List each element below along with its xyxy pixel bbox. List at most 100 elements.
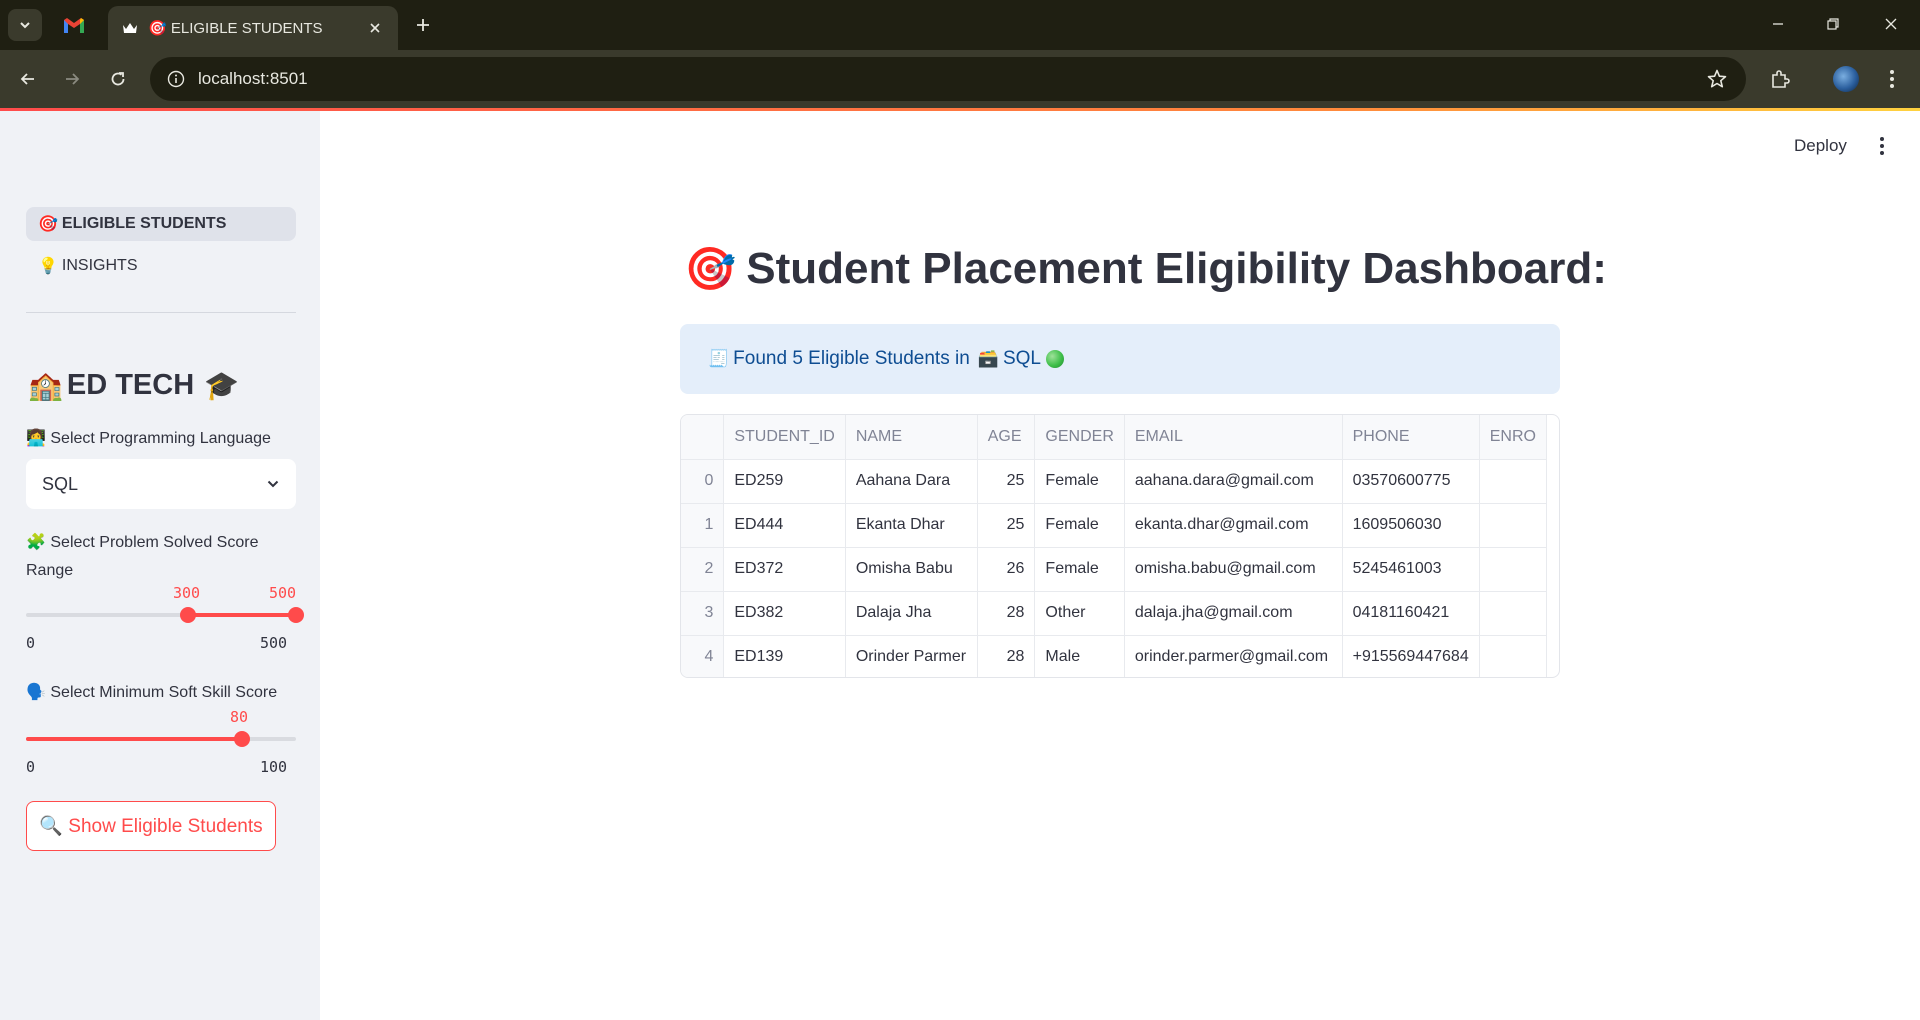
soft-skill-label: 🗣️ Select Minimum Soft Skill Score [26,684,278,701]
table-cell[interactable]: 5245461003 [1342,547,1480,592]
graduation-cap-icon: 🎓 [204,370,240,401]
close-window-button[interactable] [1871,8,1911,40]
table-row: 0 ED259 Aahana Dara 25 Female aahana.dar… [681,459,1547,504]
reload-icon [111,72,125,86]
table-cell[interactable]: ED382 [723,591,846,636]
table-cell[interactable]: 1609506030 [1342,503,1480,548]
column-header[interactable]: NAME [845,415,978,460]
column-header[interactable]: GENDER [1034,415,1125,460]
table-cell[interactable]: Female [1034,459,1125,504]
column-header[interactable]: AGE [977,415,1036,460]
soft-skill-thumb[interactable] [234,731,250,747]
table-row: 4 ED139 Orinder Parmer 28 Male orinder.p… [681,635,1547,677]
profile-button[interactable] [1830,63,1862,95]
soft-skill-value: 80 [230,708,249,726]
table-cell[interactable]: ED372 [723,547,846,592]
gmail-icon [64,17,84,33]
browser-toolbar: localhost:8501 [0,50,1920,108]
app-title-text: ED TECH [66,369,195,401]
browser-menu-button[interactable] [1876,63,1908,95]
table-cell[interactable]: 03570600775 [1342,459,1480,504]
table-cell[interactable]: 28 [977,591,1036,636]
table-cell[interactable]: Aahana Dara [845,459,978,504]
table-cell[interactable]: ED444 [723,503,846,548]
table-cell[interactable]: Female [1034,503,1125,548]
table-cell[interactable] [1479,459,1547,504]
page-title: 🎯 Student Placement Eligibility Dashboar… [684,244,1607,294]
avatar [1833,66,1859,92]
row-index: 3 [681,591,725,636]
table-cell[interactable] [1479,635,1547,677]
students-dataframe[interactable]: STUDENT_ID NAME AGE GENDER EMAIL PHONE E… [680,414,1560,678]
table-cell[interactable]: Female [1034,547,1125,592]
table-cell[interactable]: Dalaja Jha [845,591,978,636]
table-cell[interactable]: Orinder Parmer [845,635,978,677]
table-cell[interactable] [1479,547,1547,592]
puzzle-icon [1772,70,1790,88]
table-cell[interactable]: ED259 [723,459,846,504]
table-cell[interactable]: 26 [977,547,1036,592]
table-cell[interactable]: dalaja.jha@gmail.com [1124,591,1343,636]
sidebar-item-insights[interactable]: 💡 INSIGHTS [26,249,296,283]
arrow-right-icon [66,73,80,85]
extensions-button[interactable] [1764,63,1796,95]
table-cell[interactable]: 25 [977,459,1036,504]
main-menu-button[interactable] [1868,132,1896,160]
table-cell[interactable] [1479,503,1547,548]
problem-score-low-value: 300 [173,584,201,602]
minimize-button[interactable] [1758,8,1798,40]
problem-score-low-thumb[interactable] [180,607,196,623]
soft-skill-min: 0 [26,758,36,776]
column-header[interactable]: EMAIL [1124,415,1343,460]
table-cell[interactable]: ED139 [723,635,846,677]
sidebar-item-label: INSIGHTS [61,257,138,274]
close-tab-icon[interactable] [364,17,386,39]
streamlit-crown-icon [120,18,140,38]
table-cell[interactable]: 04181160421 [1342,591,1480,636]
table-cell[interactable]: 25 [977,503,1036,548]
back-button[interactable] [12,63,44,95]
tab-search-button[interactable] [8,9,42,41]
restore-icon [1827,18,1839,30]
table-cell[interactable]: Other [1034,591,1125,636]
table-cell[interactable]: orinder.parmer@gmail.com [1124,635,1343,677]
column-header[interactable]: ENRO [1479,415,1547,460]
language-select-label: 👩‍💻 Select Programming Language [26,430,271,447]
soft-skill-max: 100 [260,758,288,776]
reload-button[interactable] [102,63,134,95]
column-header[interactable]: PHONE [1342,415,1480,460]
bookmark-star-icon[interactable] [1706,68,1728,95]
column-header-index[interactable] [681,415,725,460]
site-info-icon[interactable] [154,57,198,101]
column-header[interactable]: STUDENT_ID [723,415,846,460]
table-cell[interactable]: 28 [977,635,1036,677]
tab-eligible-students[interactable]: 🎯 ELIGIBLE STUDENTS [108,6,398,50]
restore-button[interactable] [1813,8,1853,40]
new-tab-button[interactable] [410,12,436,38]
target-icon: 🎯 [684,244,737,292]
deploy-button[interactable]: Deploy [1782,130,1859,162]
gmail-tab[interactable] [58,12,90,38]
table-cell[interactable]: omisha.babu@gmail.com [1124,547,1343,592]
problem-score-max: 500 [260,634,288,652]
sidebar-item-eligible-students[interactable]: 🎯 ELIGIBLE STUDENTS [26,207,296,241]
table-cell[interactable]: aahana.dara@gmail.com [1124,459,1343,504]
show-eligible-students-button[interactable]: 🔍 Show Eligible Students [26,801,276,851]
card-file-box-icon: 🗃️ [977,349,999,368]
kebab-menu-icon [1880,137,1884,155]
table-cell[interactable]: Ekanta Dhar [845,503,978,548]
receipt-icon: 🧾 [708,349,730,368]
forward-button[interactable] [56,63,88,95]
table-cell[interactable] [1479,591,1547,636]
language-select[interactable]: SQL [26,459,296,509]
problem-score-high-thumb[interactable] [288,607,304,623]
table-cell[interactable]: Omisha Babu [845,547,978,592]
url-text: localhost:8501 [198,69,308,88]
address-bar[interactable]: localhost:8501 [150,57,1746,101]
minimize-icon [1773,23,1783,25]
table-cell[interactable]: +915569447684 [1342,635,1480,677]
table-cell[interactable]: Male [1034,635,1125,677]
table-cell[interactable]: ekanta.dhar@gmail.com [1124,503,1343,548]
arrow-left-icon [20,73,34,85]
school-icon: 🏫 [28,370,63,401]
